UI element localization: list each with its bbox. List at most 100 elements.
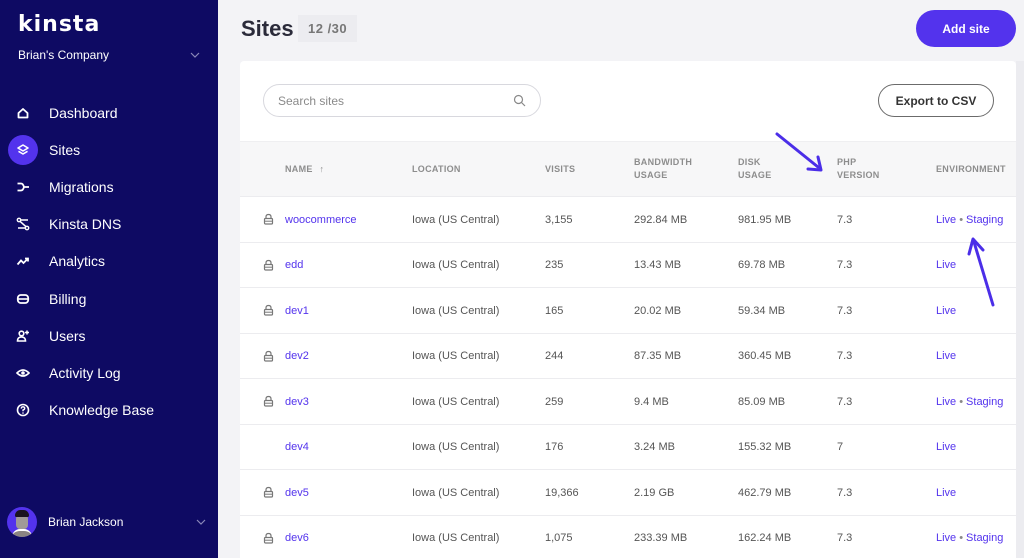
table-row[interactable]: woocommerce Iowa (US Central) 3,155 292.84 … (240, 197, 1016, 243)
site-php-version: 7.3 (837, 532, 853, 544)
live-link[interactable]: Live (936, 259, 956, 271)
table-row[interactable]: dev2 Iowa (US Central) 244 87.35 MB 360.45 M… (240, 334, 1016, 379)
add-site-button[interactable]: Add site (916, 10, 1016, 47)
site-location: Iowa (US Central) (412, 395, 500, 408)
column-header-disk[interactable]: DISK USAGE (738, 156, 772, 182)
sidebar-item-dashboard[interactable]: Dashboard (0, 94, 218, 131)
site-environments: Live (936, 288, 956, 333)
analytics-icon (8, 246, 38, 276)
eye-icon (8, 358, 38, 388)
sidebar-item-kinsta-dns[interactable]: Kinsta DNS (0, 206, 218, 243)
sidebar-item-users[interactable]: Users (0, 317, 218, 354)
site-disk-usage: 155.32 MB (738, 441, 792, 453)
site-php-version: 7.3 (837, 486, 853, 499)
live-link[interactable]: Live (936, 350, 956, 362)
staging-link[interactable]: Staging (966, 532, 1003, 544)
chevron-down-icon[interactable] (196, 517, 206, 527)
site-location: Iowa (US Central) (412, 350, 500, 362)
table-row[interactable]: dev3 Iowa (US Central) 259 9.4 MB 85.09 MB 7.… (240, 379, 1016, 425)
sidebar-item-knowledge-base[interactable]: Knowledge Base (0, 392, 218, 429)
live-link[interactable]: Live (936, 396, 956, 408)
column-header-php-version[interactable]: PHP VERSION (837, 156, 880, 182)
kinsta-logo[interactable]: kinsta (18, 12, 100, 37)
live-link[interactable]: Live (936, 487, 956, 499)
column-header-visits[interactable]: VISITS (545, 163, 575, 176)
site-bandwidth: 292.84 MB (634, 213, 688, 226)
live-link[interactable]: Live (936, 214, 956, 226)
column-header-environment[interactable]: ENVIRONMENT (936, 163, 1006, 176)
site-disk-usage: 981.95 MB (738, 213, 792, 226)
export-csv-button[interactable]: Export to CSV (878, 84, 994, 117)
site-disk-usage: 360.45 MB (738, 350, 792, 362)
sidebar-item-billing[interactable]: Billing (0, 280, 218, 317)
sidebar-item-sites[interactable]: Sites (0, 131, 218, 168)
site-disk-usage: 59.34 MB (738, 304, 786, 317)
table-row[interactable]: dev6 Iowa (US Central) 1,075 233.39 MB 162.2… (240, 516, 1016, 558)
sidebar-item-label: Sites (49, 141, 81, 158)
scrollbar[interactable] (1016, 61, 1024, 558)
site-bandwidth: 2.19 GB (634, 486, 675, 499)
site-name-link[interactable]: dev1 (285, 305, 309, 317)
env-separator: • (959, 532, 964, 544)
user-menu[interactable]: Brian Jackson (0, 505, 218, 539)
company-switcher[interactable]: Brian's Company (18, 48, 109, 62)
site-name-link[interactable]: dev5 (285, 487, 309, 499)
search-field[interactable] (263, 84, 541, 117)
site-disk-usage: 69.78 MB (738, 259, 786, 271)
site-visits: 235 (545, 259, 564, 271)
site-disk-usage: 85.09 MB (738, 395, 786, 408)
sidebar-item-label: Users (49, 327, 86, 344)
site-environments: Live (936, 470, 956, 515)
site-name-link[interactable]: dev3 (285, 396, 309, 408)
site-visits: 259 (545, 395, 564, 408)
table-row[interactable]: edd Iowa (US Central) 235 13.43 MB 69.78 MB 7… (240, 243, 1016, 288)
site-visits: 165 (545, 304, 564, 317)
site-name-link[interactable]: dev2 (285, 350, 309, 362)
table-row[interactable]: dev5 Iowa (US Central) 19,366 2.19 GB 462.79… (240, 470, 1016, 516)
table-header: NAME ↑ LOCATION VISITS BANDWIDTH USAGE D… (240, 141, 1016, 197)
live-link[interactable]: Live (936, 441, 956, 453)
live-link[interactable]: Live (936, 305, 956, 317)
lock-icon (263, 213, 274, 225)
site-bandwidth: 3.24 MB (634, 441, 675, 453)
site-location: Iowa (US Central) (412, 304, 500, 317)
site-name-link[interactable]: dev6 (285, 532, 309, 544)
site-bandwidth: 13.43 MB (634, 259, 682, 271)
site-name-link[interactable]: woocommerce (285, 214, 357, 226)
page-title: Sites (241, 16, 294, 41)
column-header-location[interactable]: LOCATION (412, 163, 461, 176)
search-icon[interactable] (513, 94, 526, 107)
site-bandwidth: 87.35 MB (634, 350, 682, 362)
search-input[interactable] (278, 93, 498, 108)
site-visits: 3,155 (545, 213, 573, 226)
site-php-version: 7.3 (837, 350, 853, 362)
sidebar-item-label: Knowledge Base (49, 402, 155, 419)
site-location: Iowa (US Central) (412, 441, 500, 453)
sidebar-item-label: Kinsta DNS (49, 216, 122, 233)
site-environments: Live (936, 334, 956, 379)
sidebar-item-label: Migrations (49, 178, 114, 195)
lock-icon (263, 395, 274, 407)
dns-icon (8, 209, 38, 239)
column-header-bandwidth[interactable]: BANDWIDTH USAGE (634, 156, 692, 182)
table-row[interactable]: dev4 Iowa (US Central) 176 3.24 MB 155.32 MB… (240, 425, 1016, 470)
site-name-link[interactable]: edd (285, 259, 303, 271)
site-visits: 1,075 (545, 532, 573, 544)
site-bandwidth: 20.02 MB (634, 304, 682, 317)
sidebar-item-activity-log[interactable]: Activity Log (0, 354, 218, 391)
staging-link[interactable]: Staging (966, 214, 1003, 226)
site-visits: 176 (545, 441, 564, 453)
site-php-version: 7 (837, 441, 844, 453)
env-separator: • (959, 395, 964, 408)
site-name-link[interactable]: dev4 (285, 441, 309, 453)
billing-icon (8, 284, 38, 314)
staging-link[interactable]: Staging (966, 396, 1003, 408)
live-link[interactable]: Live (936, 532, 956, 544)
site-environments: Live (936, 243, 956, 288)
sidebar-item-migrations[interactable]: Migrations (0, 168, 218, 205)
table-row[interactable]: dev1 Iowa (US Central) 165 20.02 MB 59.34 MB… (240, 288, 1016, 334)
site-php-version: 7.3 (837, 259, 853, 271)
chevron-down-icon[interactable] (190, 50, 200, 60)
sidebar-item-analytics[interactable]: Analytics (0, 243, 218, 280)
column-header-name[interactable]: NAME ↑ (285, 163, 324, 176)
